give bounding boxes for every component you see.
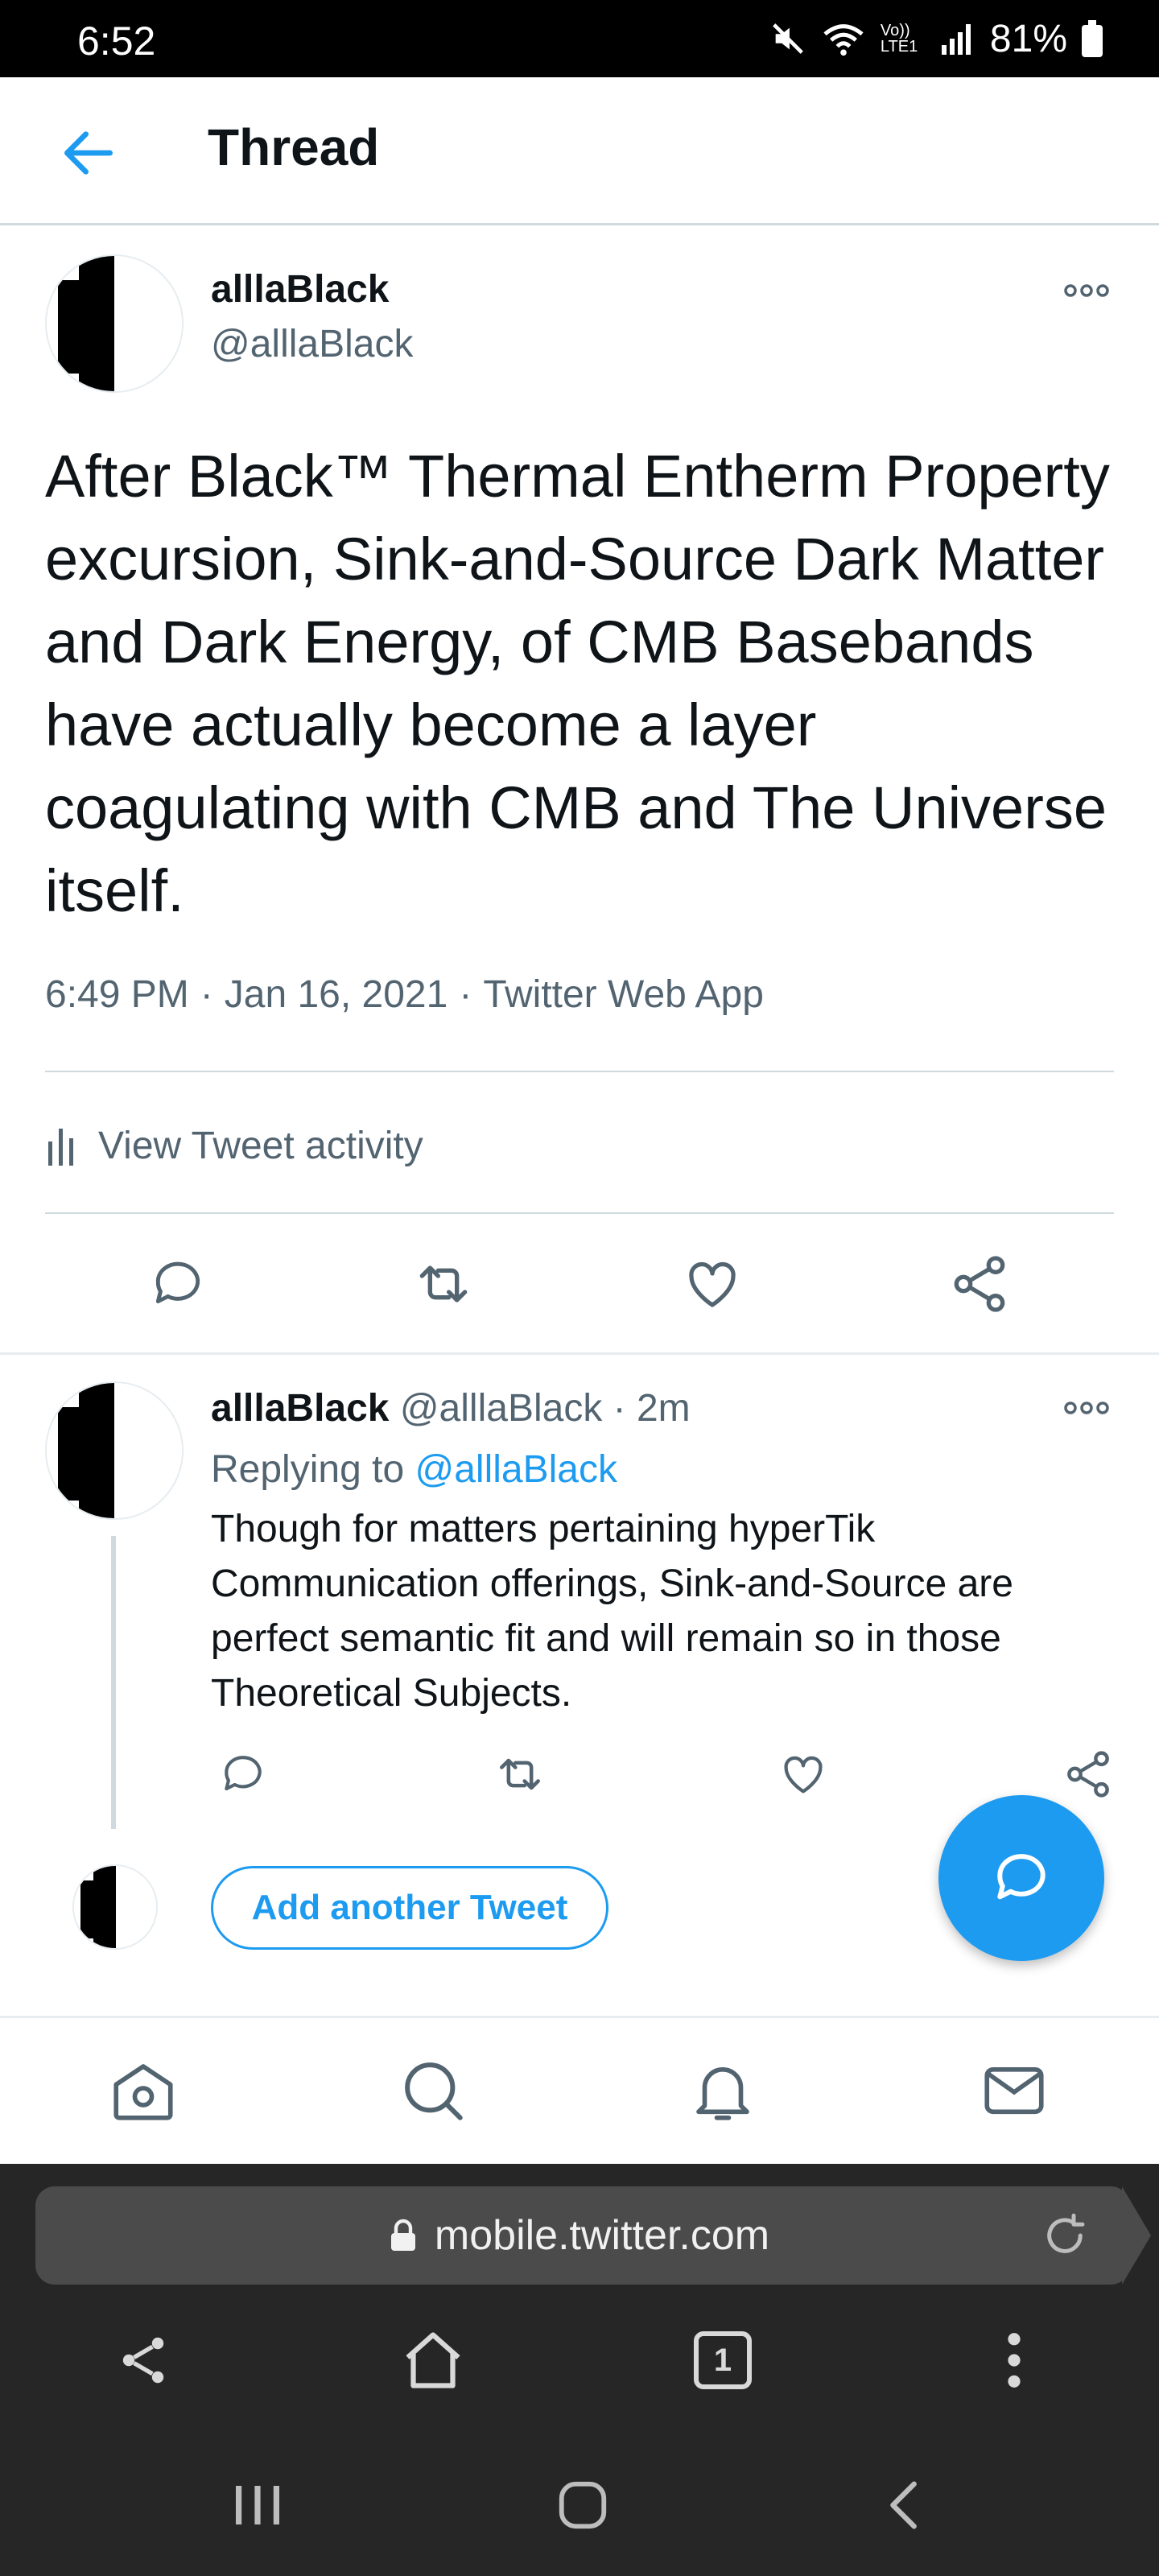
replying-to: Replying to @alllaBlack [211,1447,617,1492]
author-name[interactable]: alllaBlack [211,267,389,312]
composer-avatar [72,1864,158,1950]
share-button[interactable] [935,1240,1024,1328]
tab-count: 1 [694,2331,752,2389]
browser-tabs-button[interactable]: 1 [683,2320,763,2401]
like-button[interactable] [771,1742,835,1806]
tweet-date: Jan 16, 2021 [224,973,448,1016]
more-options-icon[interactable] [1062,1396,1111,1420]
avatar[interactable] [45,254,184,393]
wifi-icon [823,24,864,56]
like-button[interactable] [668,1240,757,1328]
url-text[interactable]: mobile.twitter.com [435,2211,769,2260]
home-icon [406,2332,460,2388]
browser-home-button[interactable] [393,2320,473,2401]
tweet-meta: 6:49 PM · Jan 16, 2021 · Twitter Web App [45,973,764,1016]
more-vertical-icon [1008,2333,1021,2388]
compose-reply-button[interactable] [938,1795,1104,1961]
lock-icon [390,2219,415,2251]
reply-icon [225,1756,262,1791]
nav-home[interactable] [103,2050,184,2131]
signal-icon [941,24,971,55]
activity-icon [48,1129,73,1166]
author-handle[interactable]: @alllaBlack [400,1387,602,1430]
system-home-icon [559,2481,607,2529]
browser-menu-button[interactable] [974,2320,1054,2401]
replying-prefix: Replying to [211,1448,405,1491]
compose-reply-icon [997,1854,1046,1900]
page-title: Thread [208,118,380,176]
retweet-icon [419,1265,468,1302]
divider [45,1212,1114,1214]
retweet-button[interactable] [399,1240,488,1328]
browser-share-button[interactable] [103,2320,184,2401]
network-label: Vo)) LTE1 [880,22,918,56]
reply-time: 2m [636,1387,691,1430]
home-icon [113,2064,173,2120]
tweet-text: After Black™ Thermal Entherm Property ex… [45,443,1110,924]
nav-search[interactable] [393,2050,473,2131]
status-icons: Vo)) LTE1 81% [769,18,1103,60]
reply-button[interactable] [211,1742,275,1806]
activity-label: View Tweet activity [98,1124,423,1167]
tweet-actions [45,1240,1114,1328]
tweet-time: 6:49 PM [45,973,189,1016]
messages-icon [984,2066,1044,2115]
divider [45,1071,1114,1072]
reply-header: alllaBlack @alllaBlack · 2m [211,1387,691,1430]
avatar[interactable] [45,1381,184,1520]
bottom-nav [0,2016,1159,2164]
share-icon [954,1256,1005,1312]
battery-level: 81% [989,17,1067,60]
reload-button[interactable] [1038,2209,1091,2262]
nav-notifications[interactable] [683,2050,763,2131]
system-home-button[interactable] [542,2465,623,2545]
heart-icon [784,1756,823,1794]
heart-icon [689,1261,736,1307]
replying-handle-link[interactable]: @alllaBlack [415,1448,617,1491]
mute-icon [773,23,803,54]
reload-icon [1047,2213,1085,2253]
reply-text: Though for matters pertaining hyperTik C… [211,1508,1013,1715]
notifications-icon [696,2066,749,2120]
retweet-icon [500,1758,540,1790]
nav-messages[interactable] [974,2050,1054,2131]
reply-icon [155,1261,200,1304]
status-time: 6:52 [77,19,156,64]
url-display: mobile.twitter.com [0,2186,1159,2285]
divider [0,1352,1159,1355]
back-arrow-icon [64,131,113,175]
tweet-source[interactable]: Twitter Web App [483,973,764,1016]
retweet-button[interactable] [488,1742,552,1806]
share-icon [1067,1751,1109,1798]
share-icon [122,2337,164,2384]
author-handle[interactable]: @alllaBlack [211,322,413,366]
more-options-icon[interactable] [1062,279,1111,303]
battery-icon [1082,20,1103,57]
recent-apps-icon [236,2486,279,2524]
share-button[interactable] [1056,1742,1120,1806]
system-back-button[interactable] [864,2465,945,2545]
back-button[interactable] [56,121,121,185]
thread-connector-line [111,1536,116,1829]
author-name[interactable]: alllaBlack [211,1387,389,1430]
app-header [0,77,1159,225]
reply-button[interactable] [134,1240,222,1328]
recent-apps-button[interactable] [217,2465,298,2545]
search-icon [405,2062,463,2120]
system-back-icon [890,2481,917,2529]
add-another-tweet-button[interactable]: Add another Tweet [211,1866,608,1950]
reply-actions [211,1742,1128,1806]
view-activity-link[interactable]: View Tweet activity [45,1109,423,1182]
